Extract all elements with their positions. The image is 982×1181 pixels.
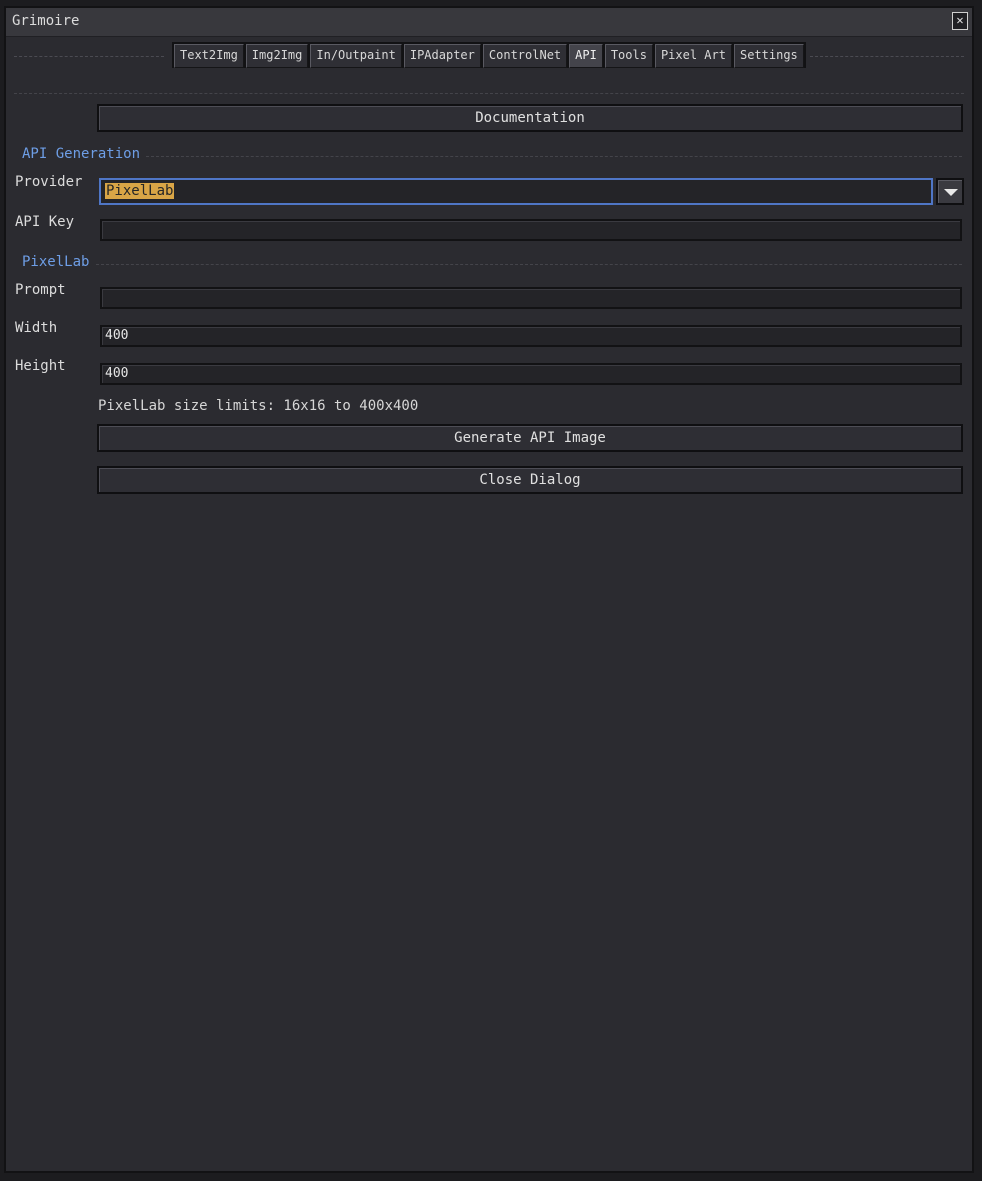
tab-bar-divider-right <box>810 56 964 57</box>
generate-api-image-button[interactable]: Generate API Image <box>97 424 963 452</box>
tab-text2img[interactable]: Text2Img <box>174 44 244 68</box>
close-dialog-button[interactable]: Close Dialog <box>97 466 963 494</box>
documentation-button[interactable]: Documentation <box>97 104 963 132</box>
section-divider <box>96 264 962 265</box>
prompt-label: Prompt <box>15 282 66 298</box>
api-key-label: API Key <box>15 214 75 230</box>
provider-label: Provider <box>15 174 83 190</box>
tab-bar-divider-left <box>14 56 164 57</box>
section-divider <box>146 156 962 157</box>
tab-ipadapter[interactable]: IPAdapter <box>403 44 481 68</box>
prompt-input[interactable] <box>100 287 962 309</box>
tab-strip: Text2Img Img2Img In/Outpaint IPAdapter C… <box>172 42 806 68</box>
height-label: Height <box>15 358 66 374</box>
tab-bar: Text2Img Img2Img In/Outpaint IPAdapter C… <box>6 42 972 70</box>
chevron-down-icon <box>944 189 958 196</box>
tab-controlnet[interactable]: ControlNet <box>482 44 568 68</box>
tab-pixel-art[interactable]: Pixel Art <box>654 44 732 68</box>
header-divider <box>14 93 964 94</box>
width-label: Width <box>15 320 58 336</box>
tab-img2img[interactable]: Img2Img <box>245 44 309 68</box>
tab-api[interactable]: API <box>569 44 603 68</box>
section-title-api-generation: API Generation <box>22 146 141 162</box>
tab-inoutpaint[interactable]: In/Outpaint <box>310 44 402 68</box>
width-input[interactable]: 400 <box>100 325 962 347</box>
provider-value: PixelLab <box>105 183 175 199</box>
close-window-icon[interactable]: ✕ <box>952 12 968 30</box>
api-key-input[interactable] <box>100 219 962 241</box>
tab-settings[interactable]: Settings <box>733 44 804 68</box>
height-input[interactable]: 400 <box>100 363 962 385</box>
window-title: Grimoire <box>12 13 80 29</box>
section-title-pixellab: PixelLab <box>22 254 90 270</box>
provider-dropdown-button[interactable] <box>936 178 964 205</box>
grimoire-dialog: Grimoire ✕ Text2Img Img2Img In/Outpaint … <box>4 6 974 1173</box>
size-limit-note: PixelLab size limits: 16x16 to 400x400 <box>98 398 419 414</box>
tab-tools[interactable]: Tools <box>604 44 653 68</box>
provider-select[interactable]: PixelLab <box>99 178 933 205</box>
title-bar[interactable]: Grimoire ✕ <box>6 8 972 37</box>
